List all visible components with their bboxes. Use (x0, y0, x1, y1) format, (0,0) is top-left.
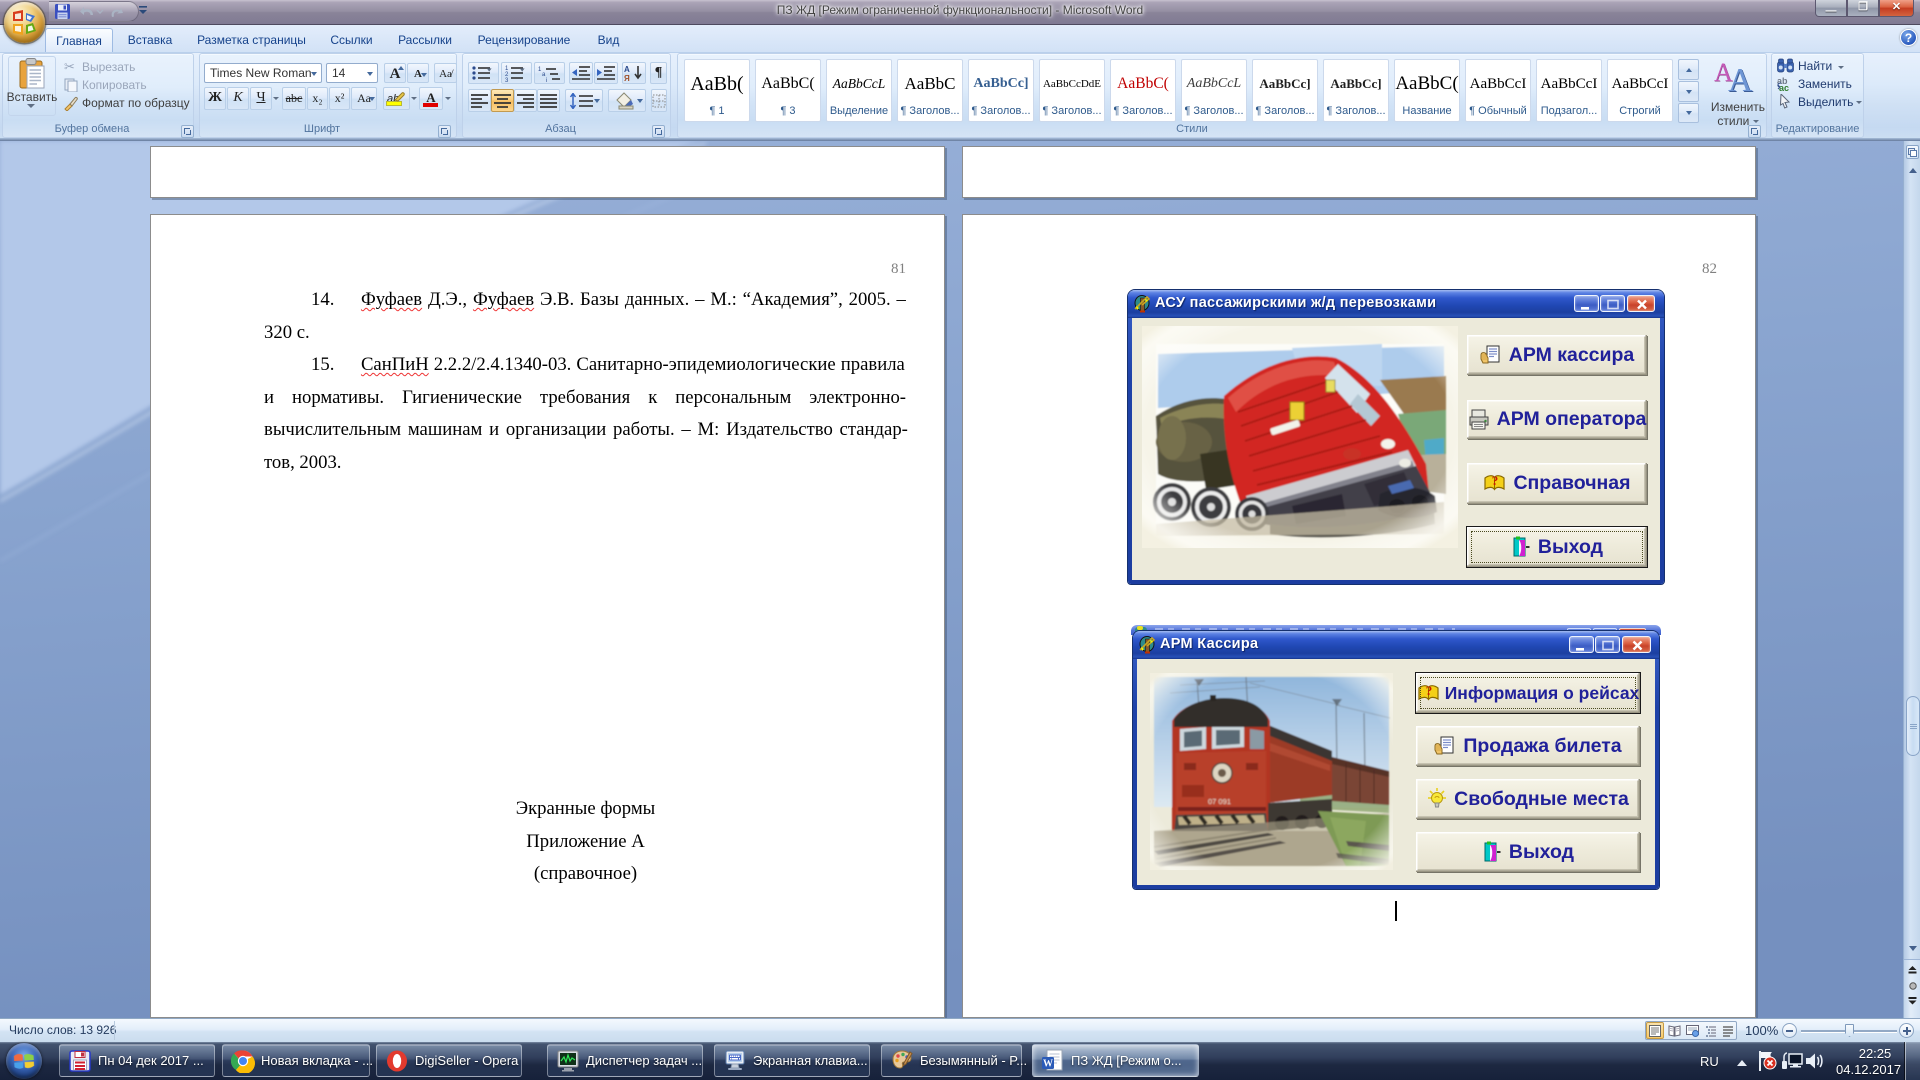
svg-text:А: А (624, 65, 630, 74)
svg-text:?: ? (1425, 683, 1432, 698)
svg-text:?: ? (1492, 473, 1499, 488)
svg-text:W: W (1043, 1059, 1053, 1070)
svg-text:3: 3 (505, 78, 509, 82)
svg-text:Я: Я (624, 74, 630, 82)
svg-text:i: i (546, 78, 547, 82)
